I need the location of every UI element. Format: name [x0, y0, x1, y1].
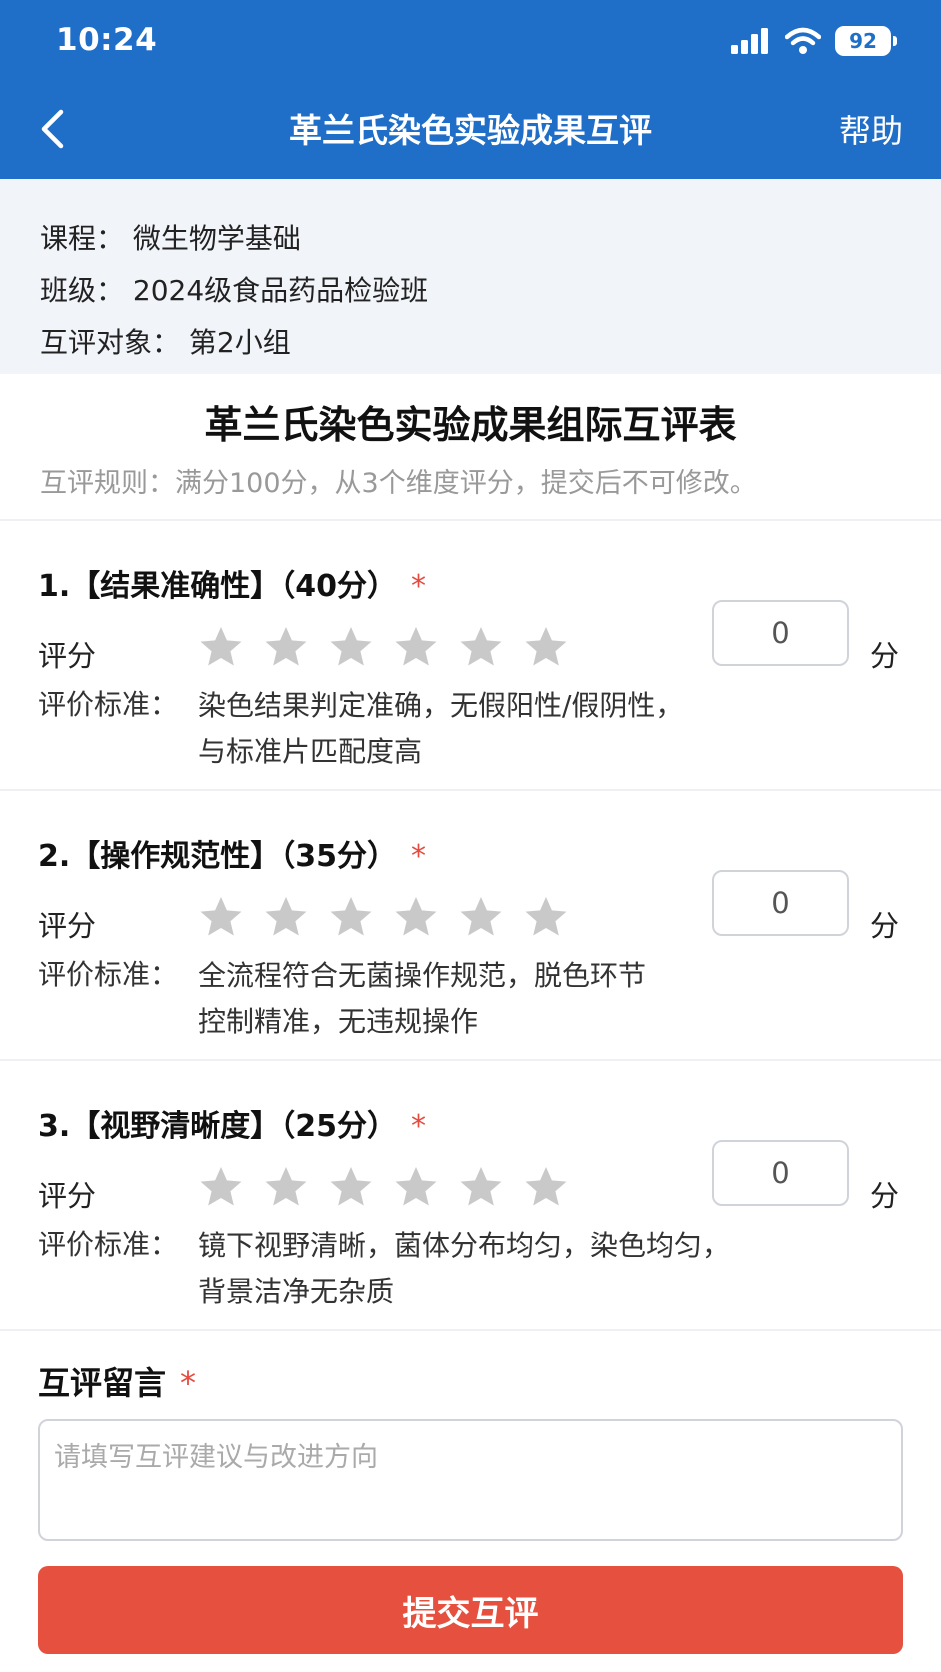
required-mark: * — [411, 839, 427, 874]
criteria-line: 染色结果判定准确，无假阳性/假阴性， — [198, 689, 684, 722]
criterion-title-text: 3.【视野清晰度】（25分） — [38, 1109, 398, 1144]
criterion-section-clarity: 3.【视野清晰度】（25分） * 评分 分 评价标准： 镜下视野清晰，菌体分布均匀… — [0, 1061, 941, 1331]
star-icon[interactable] — [393, 625, 439, 671]
status-time: 10:24 — [56, 22, 158, 58]
criteria-line: 背景洁净无杂质 — [198, 1275, 395, 1308]
criteria-line: 与标准片匹配度高 — [198, 735, 423, 768]
page-title: 革兰氏染色实验成果互评 — [289, 111, 652, 150]
star-icon[interactable] — [263, 895, 309, 941]
score-input[interactable] — [712, 1140, 849, 1206]
criterion-title: 2.【操作规范性】（35分） * — [38, 831, 426, 875]
comment-textarea[interactable] — [38, 1419, 903, 1541]
star-icon[interactable] — [523, 895, 569, 941]
star-icon[interactable] — [523, 625, 569, 671]
criterion-section-operation: 2.【操作规范性】（35分） * 评分 分 评价标准： 全流程符合无菌操作规范，脱… — [0, 791, 941, 1061]
star-icon[interactable] — [458, 1165, 504, 1211]
star-rating[interactable] — [198, 1165, 569, 1211]
criteria-line: 全流程符合无菌操作规范，脱色环节 — [198, 959, 647, 992]
form-rules: 互评规则：满分100分，从3个维度评分，提交后不可修改。 — [40, 468, 757, 499]
score-label: 评分 — [38, 1179, 97, 1213]
required-mark: * — [411, 1109, 427, 1144]
star-icon[interactable] — [458, 625, 504, 671]
star-icon[interactable] — [523, 1165, 569, 1211]
score-unit: 分 — [870, 909, 900, 943]
star-icon[interactable] — [328, 625, 374, 671]
criteria-text: 全流程符合无菌操作规范，脱色环节 控制精准，无违规操作 — [198, 953, 758, 1045]
comment-label-text: 互评留言 — [38, 1364, 167, 1402]
score-input[interactable] — [712, 600, 849, 666]
criteria-text: 镜下视野清晰，菌体分布均匀，染色均匀， 背景洁净无杂质 — [198, 1223, 758, 1315]
criteria-label: 评价标准： — [38, 688, 179, 721]
required-mark: * — [180, 1364, 197, 1402]
battery-icon: 92 — [835, 26, 897, 56]
star-icon[interactable] — [393, 895, 439, 941]
help-button[interactable]: 帮助 — [839, 106, 903, 152]
star-icon[interactable] — [198, 895, 244, 941]
star-icon[interactable] — [263, 625, 309, 671]
star-icon[interactable] — [198, 625, 244, 671]
star-icon[interactable] — [328, 895, 374, 941]
star-rating[interactable] — [198, 625, 569, 671]
score-label: 评分 — [38, 909, 97, 943]
target-info: 互评对象： 第2小组 — [40, 326, 291, 359]
top-bar: 10:24 92 革兰氏染色实验成果互评 帮助 — [0, 0, 941, 179]
comment-label: 互评留言 * — [38, 1358, 196, 1404]
wifi-icon — [785, 27, 821, 54]
course-info: 课程： 微生物学基础 — [40, 222, 301, 255]
score-unit: 分 — [870, 639, 900, 673]
criteria-label: 评价标准： — [38, 958, 179, 991]
criterion-title: 1.【结果准确性】（40分） * — [38, 561, 426, 605]
score-input[interactable] — [712, 870, 849, 936]
submit-button[interactable]: 提交互评 — [38, 1566, 903, 1654]
star-icon[interactable] — [198, 1165, 244, 1211]
divider — [0, 1329, 941, 1331]
score-unit: 分 — [870, 1179, 900, 1213]
info-panel: 课程： 微生物学基础 班级： 2024级食品药品检验班 互评对象： 第2小组 — [0, 179, 941, 374]
status-icons: 92 — [731, 26, 897, 56]
star-icon[interactable] — [458, 895, 504, 941]
form-title: 革兰氏染色实验成果组际互评表 — [204, 403, 737, 447]
criteria-text: 染色结果判定准确，无假阳性/假阴性， 与标准片匹配度高 — [198, 683, 758, 775]
criteria-label: 评价标准： — [38, 1228, 179, 1261]
criterion-title: 3.【视野清晰度】（25分） * — [38, 1101, 426, 1145]
criteria-line: 控制精准，无违规操作 — [198, 1005, 479, 1038]
criterion-title-text: 2.【操作规范性】（35分） — [38, 839, 398, 874]
star-icon[interactable] — [263, 1165, 309, 1211]
class-info: 班级： 2024级食品药品检验班 — [40, 274, 429, 307]
star-icon[interactable] — [328, 1165, 374, 1211]
required-mark: * — [411, 569, 427, 604]
star-icon[interactable] — [393, 1165, 439, 1211]
score-label: 评分 — [38, 639, 97, 673]
criteria-line: 镜下视野清晰，菌体分布均匀，染色均匀， — [198, 1229, 731, 1262]
star-rating[interactable] — [198, 895, 569, 941]
criterion-title-text: 1.【结果准确性】（40分） — [38, 569, 398, 604]
signal-icon — [731, 28, 768, 54]
criterion-section-accuracy: 1.【结果准确性】（40分） * 评分 分 评价标准： 染色结果判定准确，无假阳性… — [0, 521, 941, 791]
